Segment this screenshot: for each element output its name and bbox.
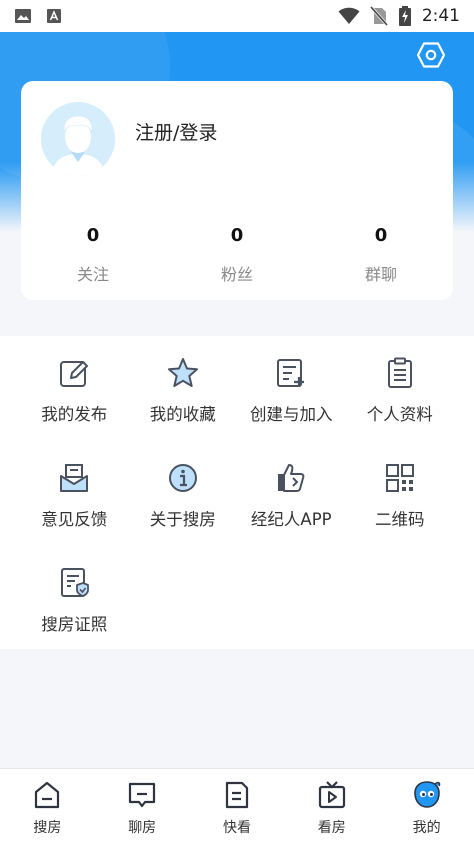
menu-personal-info[interactable]: 个人资料 (346, 350, 455, 455)
info-icon (168, 464, 197, 492)
menu-label: 搜房证照 (41, 615, 108, 634)
tab-quick-look[interactable]: 快看 (190, 769, 285, 842)
chat-icon (129, 782, 156, 808)
menu-label: 意见反馈 (41, 510, 108, 529)
menu-my-favorites[interactable]: 我的收藏 (129, 350, 238, 455)
stat-value: 0 (230, 225, 244, 246)
image-notification-icon (15, 9, 31, 23)
tab-search-house[interactable]: 搜房 (0, 769, 95, 842)
create-join-icon (277, 359, 305, 387)
stat-label: 关注 (76, 265, 109, 284)
menu-license[interactable]: 搜房证照 (20, 560, 129, 665)
stat-groups[interactable]: 0 群聊 (309, 223, 453, 285)
feedback-mail-icon (60, 464, 89, 492)
search-house-icon (35, 781, 60, 809)
settings-hexagon-icon[interactable] (416, 40, 446, 70)
battery-charging-icon (398, 6, 411, 26)
user-stats: 0 关注 0 粉丝 0 群聊 (21, 223, 453, 285)
wifi-icon (338, 7, 360, 24)
qr-code-icon (385, 464, 414, 492)
clipboard-icon (387, 357, 412, 388)
clock: 2:41 (421, 6, 460, 26)
menu-label: 经纪人APP (250, 510, 332, 529)
menu-label: 二维码 (375, 510, 425, 529)
tab-mine[interactable]: 我的 (379, 769, 474, 842)
tab-label: 聊房 (128, 820, 157, 836)
mascot-icon (413, 781, 440, 808)
tab-label: 看房 (317, 820, 346, 836)
menu-label: 创建与加入 (250, 405, 333, 424)
document-icon (225, 781, 249, 809)
tab-label: 搜房 (33, 820, 62, 836)
function-menu: 我的发布 我的收藏 创建与加入 个人资料 意见反馈 关于搜房 经纪人APP 二维… (0, 336, 474, 649)
menu-feedback[interactable]: 意见反馈 (20, 455, 129, 560)
default-avatar-icon[interactable] (41, 102, 115, 176)
menu-label: 我的发布 (41, 405, 108, 424)
tab-label: 我的 (412, 820, 441, 836)
stat-fans[interactable]: 0 粉丝 (165, 223, 309, 285)
tab-chat[interactable]: 聊房 (95, 769, 190, 842)
menu-label: 个人资料 (366, 405, 433, 424)
menu-agent-app[interactable]: 经纪人APP (237, 455, 346, 560)
license-icon (61, 568, 90, 597)
bottom-navigation: 搜房 聊房 快看 看房 我的 (0, 768, 474, 842)
menu-label: 我的收藏 (149, 405, 216, 424)
no-sim-icon (369, 6, 388, 26)
status-bar: 2:41 (0, 0, 474, 32)
tab-view-house[interactable]: 看房 (284, 769, 379, 842)
edit-icon (60, 361, 89, 387)
menu-about[interactable]: 关于搜房 (129, 455, 238, 560)
login-register-link[interactable]: 注册/登录 (135, 118, 217, 145)
agent-app-icon (278, 464, 305, 492)
stat-value: 0 (86, 225, 100, 246)
stat-label: 群聊 (364, 265, 397, 284)
stat-value: 0 (374, 225, 388, 246)
tab-label: 快看 (222, 820, 251, 836)
star-icon (167, 358, 198, 387)
text-notification-icon (47, 9, 61, 23)
video-icon (318, 781, 345, 809)
stat-label: 粉丝 (220, 265, 253, 284)
menu-label: 关于搜房 (149, 510, 216, 529)
menu-my-posts[interactable]: 我的发布 (20, 350, 129, 455)
menu-qr-code[interactable]: 二维码 (346, 455, 455, 560)
stat-follow[interactable]: 0 关注 (21, 223, 165, 285)
user-card: 注册/登录 0 关注 0 粉丝 0 群聊 (21, 81, 453, 300)
menu-create-join[interactable]: 创建与加入 (237, 350, 346, 455)
